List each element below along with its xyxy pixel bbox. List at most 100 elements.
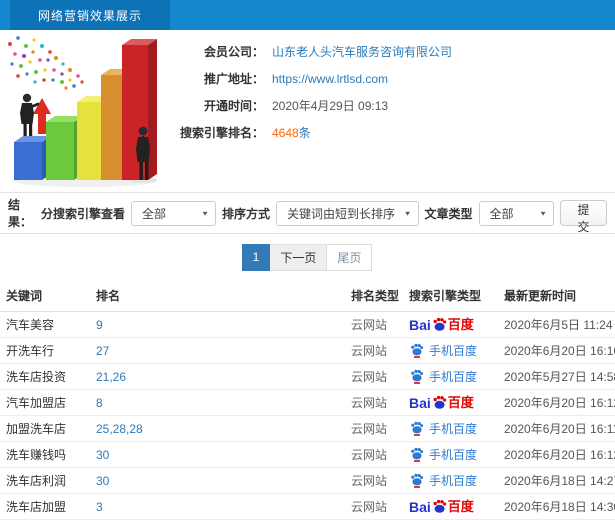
rank-link[interactable]: 27 bbox=[96, 344, 109, 358]
col-engine-type: 搜索引擎类型 bbox=[409, 289, 482, 303]
header-title-chip: 网络营销效果展示 bbox=[10, 0, 171, 30]
updated-cell: 2020年6月18日 14:27 bbox=[504, 474, 615, 488]
rank-cell: 8 bbox=[90, 396, 345, 410]
updated-cell: 2020年6月18日 14:30 bbox=[504, 500, 615, 514]
filter-bar: 结果： 分搜索引擎查看 全部 ▼ 排序方式 关键词由短到长排序 ▼ 文章类型 全… bbox=[0, 192, 615, 234]
rank-type-cell: 云网站 bbox=[351, 370, 388, 384]
keyword-cell: 洗车赚钱吗 bbox=[6, 448, 67, 462]
updated-cell: 2020年6月5日 11:24 bbox=[504, 318, 613, 332]
baidu-logo-text: Bai bbox=[409, 395, 431, 410]
company-name-link[interactable]: 山东老人头汽车服务咨询有限公司 bbox=[272, 43, 452, 60]
table-row: 洗车店利润 30 云网站 Bai 百度 bbox=[0, 468, 615, 494]
article-type-value: 全部 bbox=[489, 206, 514, 221]
info-row-url: 推广地址： https://www.lrtlsd.com bbox=[172, 65, 452, 92]
keyword-cell: 开洗车行 bbox=[6, 344, 55, 358]
col-rank-type: 排名类型 bbox=[351, 289, 400, 303]
chevron-down-icon: ▼ bbox=[539, 209, 547, 217]
info-row-rank-count: 搜索引擎排名： 4648条 bbox=[172, 119, 452, 146]
table-header-row: 关键词 排名 排名类型 搜索引擎类型 最新更新时间 bbox=[0, 280, 615, 312]
article-type-select[interactable]: 全部 ▼ bbox=[478, 200, 554, 226]
info-row-company: 会员公司： 山东老人头汽车服务咨询有限公司 bbox=[172, 38, 452, 65]
engine-cell: Bai 百度 手机百度 bbox=[403, 369, 498, 384]
baidu-paw-icon bbox=[433, 499, 446, 513]
baidu-logo-text: Bai bbox=[409, 317, 431, 332]
info-section: 会员公司： 山东老人头汽车服务咨询有限公司 推广地址： https://www.… bbox=[0, 30, 615, 192]
keyword-cell: 洗车店加盟 bbox=[6, 500, 67, 514]
keyword-rank-table: 关键词 排名 排名类型 搜索引擎类型 最新更新时间 汽车美容 9 云网站 Bai… bbox=[0, 280, 615, 520]
page-1-button[interactable]: 1 bbox=[241, 243, 271, 271]
keyword-cell: 汽车加盟店 bbox=[6, 396, 67, 410]
rank-type-cell: 云网站 bbox=[351, 474, 388, 488]
table-row: 加盟洗车店 25,28,28 云网站 Bai 百度 bbox=[0, 416, 615, 442]
mobile-baidu-label: 手机百度 bbox=[429, 369, 478, 384]
baidu-logo: Bai 百度 bbox=[409, 395, 474, 410]
engine-cell: Bai 百度 手机百度 bbox=[403, 447, 498, 462]
rank-cell: 9 bbox=[90, 318, 345, 332]
keyword-cell: 洗车店利润 bbox=[6, 474, 67, 488]
keyword-cell: 加盟洗车店 bbox=[6, 422, 67, 436]
mobile-baidu-paw-icon bbox=[411, 473, 424, 488]
engine-filter-select[interactable]: 全部 ▼ bbox=[130, 200, 216, 226]
rank-link[interactable]: 3 bbox=[96, 500, 103, 514]
col-updated: 最新更新时间 bbox=[504, 289, 577, 303]
table-row: 开洗车行 27 云网站 Bai 百度 bbox=[0, 338, 615, 364]
updated-cell: 2020年6月20日 16:11 bbox=[504, 422, 615, 436]
rank-link[interactable]: 21,26 bbox=[96, 370, 126, 384]
baidu-logo-text-cn: 百度 bbox=[447, 317, 474, 332]
mobile-baidu-label: 手机百度 bbox=[429, 473, 478, 488]
table-body: 汽车美容 9 云网站 Bai 百度 2020年6月5日 11:24 开洗车行 2… bbox=[0, 312, 615, 520]
col-keyword: 关键词 bbox=[6, 289, 43, 303]
rank-link[interactable]: 9 bbox=[96, 318, 103, 332]
table-row: 洗车店加盟 3 云网站 Bai 百度 2020年6月18日 14:30 bbox=[0, 494, 615, 520]
rank-cell: 21,26 bbox=[90, 370, 345, 384]
baidu-logo: Bai 百度 bbox=[409, 317, 474, 332]
promo-url-link[interactable]: https://www.lrtlsd.com bbox=[272, 72, 388, 86]
rank-link[interactable]: 30 bbox=[96, 474, 109, 488]
company-label: 会员公司： bbox=[203, 45, 264, 59]
mobile-baidu-paw-icon bbox=[411, 421, 424, 436]
rank-link[interactable]: 25,28,28 bbox=[96, 422, 143, 436]
mobile-baidu-logo: 手机百度 bbox=[409, 421, 477, 436]
rank-cell: 30 bbox=[90, 474, 345, 488]
chevron-down-icon: ▼ bbox=[201, 209, 209, 217]
bar-chart-illustration bbox=[8, 36, 157, 187]
engine-filter-label: 分搜索引擎查看 bbox=[40, 206, 125, 221]
baidu-logo-text-cn: 百度 bbox=[447, 395, 474, 410]
submit-button[interactable]: 提交 bbox=[560, 200, 607, 234]
mobile-baidu-logo: 手机百度 bbox=[409, 369, 477, 384]
engine-filter-value: 全部 bbox=[141, 206, 166, 221]
next-page-button[interactable]: 下一页 bbox=[269, 243, 328, 271]
baidu-logo: Bai 百度 bbox=[409, 499, 474, 514]
mobile-baidu-paw-icon bbox=[411, 369, 424, 384]
table-row: 汽车加盟店 8 云网站 Bai 百度 2020年6月20日 16:12 bbox=[0, 390, 615, 416]
engine-cell: Bai 百度 手机百度 bbox=[403, 343, 498, 358]
last-page-button[interactable]: 尾页 bbox=[326, 243, 373, 271]
updated-cell: 2020年6月20日 16:16 bbox=[504, 344, 615, 358]
updated-cell: 2020年6月20日 16:12 bbox=[504, 396, 615, 410]
mobile-baidu-logo: 手机百度 bbox=[409, 343, 477, 358]
header-bar: 网络营销效果展示 bbox=[0, 0, 615, 30]
sort-select[interactable]: 关键词由短到长排序 ▼ bbox=[276, 200, 419, 226]
rank-link[interactable]: 30 bbox=[96, 448, 109, 462]
rank-type-cell: 云网站 bbox=[351, 500, 388, 514]
rank-count-suffix: 条 bbox=[298, 126, 311, 140]
mobile-baidu-logo: 手机百度 bbox=[409, 473, 477, 488]
result-label: 结果： bbox=[8, 198, 33, 229]
rank-type-cell: 云网站 bbox=[351, 396, 388, 410]
rank-cell: 3 bbox=[90, 500, 345, 514]
rank-type-cell: 云网站 bbox=[351, 318, 388, 332]
mobile-baidu-label: 手机百度 bbox=[429, 421, 478, 436]
mobile-baidu-paw-icon bbox=[411, 447, 424, 462]
keyword-cell: 汽车美容 bbox=[6, 318, 55, 332]
engine-cell: Bai 百度 手机百度 bbox=[403, 421, 498, 436]
rank-link[interactable]: 8 bbox=[96, 396, 103, 410]
rank-cell: 30 bbox=[90, 448, 345, 462]
rank-type-cell: 云网站 bbox=[351, 422, 388, 436]
rank-count-value: 4648条 bbox=[272, 124, 311, 141]
rank-cell: 25,28,28 bbox=[90, 422, 345, 436]
sort-label: 排序方式 bbox=[222, 206, 271, 221]
rank-count-number: 4648 bbox=[272, 126, 299, 140]
table-row: 洗车店投资 21,26 云网站 Bai 百度 bbox=[0, 364, 615, 390]
rank-count-label: 搜索引擎排名： bbox=[179, 126, 264, 140]
mobile-baidu-paw-icon bbox=[411, 343, 424, 358]
